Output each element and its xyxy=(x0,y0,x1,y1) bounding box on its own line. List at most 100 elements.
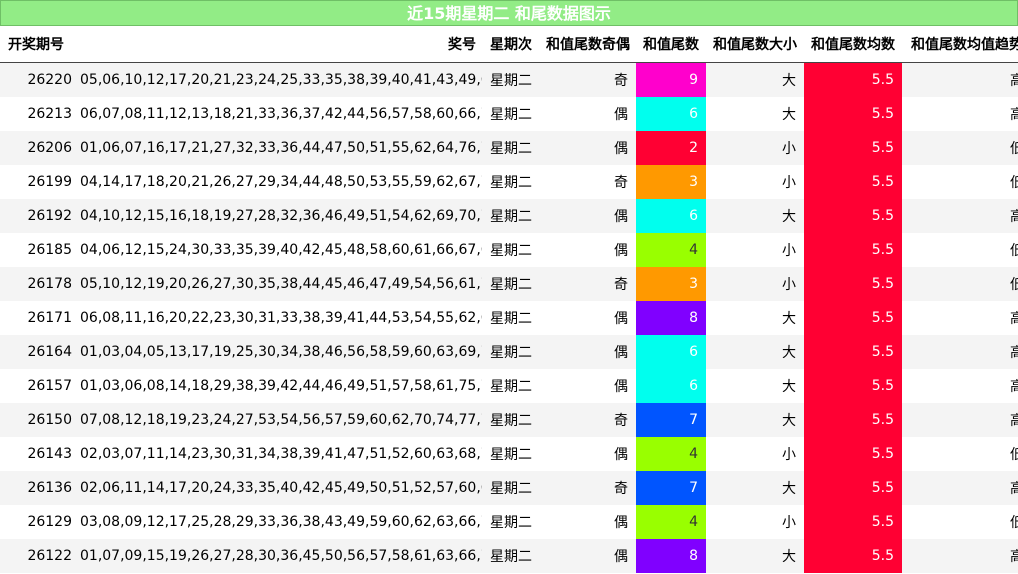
cell-avg: 5.5 xyxy=(804,471,902,505)
table-row: 26164 01,03,04,05,13,17,19,25,30,34,38,46… xyxy=(0,335,1018,369)
cell-issue: 26171 xyxy=(0,301,80,335)
cell-numbers: 01,03,04,05,13,17,19,25,30,34,38,46,56,5… xyxy=(80,335,482,369)
cell-weekday: 星期二 xyxy=(482,233,540,267)
header-avg: 和值尾数均数 xyxy=(804,26,902,63)
cell-tail: 6 xyxy=(636,369,706,403)
cell-tail: 8 xyxy=(636,539,706,573)
cell-weekday: 星期二 xyxy=(482,437,540,471)
table-row: 26129 03,08,09,12,17,25,28,29,33,36,38,43… xyxy=(0,505,1018,539)
table-row: 26192 04,10,12,15,16,18,19,27,28,32,36,46… xyxy=(0,199,1018,233)
cell-parity: 偶 xyxy=(540,131,636,165)
cell-tail: 7 xyxy=(636,471,706,505)
cell-avg: 5.5 xyxy=(804,199,902,233)
cell-avg: 5.5 xyxy=(804,437,902,471)
cell-numbers: 06,08,11,16,20,22,23,30,31,33,38,39,41,4… xyxy=(80,301,482,335)
cell-numbers: 03,08,09,12,17,25,28,29,33,36,38,43,49,5… xyxy=(80,505,482,539)
cell-trend: 低 xyxy=(902,437,1018,471)
cell-avg: 5.5 xyxy=(804,233,902,267)
cell-issue: 26206 xyxy=(0,131,80,165)
cell-tail: 9 xyxy=(636,62,706,97)
cell-tail: 3 xyxy=(636,165,706,199)
cell-tail: 8 xyxy=(636,301,706,335)
cell-size: 大 xyxy=(706,97,804,131)
cell-parity: 偶 xyxy=(540,437,636,471)
cell-parity: 奇 xyxy=(540,471,636,505)
cell-parity: 奇 xyxy=(540,165,636,199)
cell-tail: 4 xyxy=(636,437,706,471)
cell-size: 大 xyxy=(706,199,804,233)
table-row: 26150 07,08,12,18,19,23,24,27,53,54,56,57… xyxy=(0,403,1018,437)
cell-issue: 26199 xyxy=(0,165,80,199)
cell-avg: 5.5 xyxy=(804,267,902,301)
cell-numbers: 02,03,07,11,14,23,30,31,34,38,39,41,47,5… xyxy=(80,437,482,471)
cell-weekday: 星期二 xyxy=(482,471,540,505)
cell-trend: 高 xyxy=(902,301,1018,335)
table-row: 26143 02,03,07,11,14,23,30,31,34,38,39,41… xyxy=(0,437,1018,471)
cell-tail: 7 xyxy=(636,403,706,437)
cell-weekday: 星期二 xyxy=(482,403,540,437)
cell-tail: 4 xyxy=(636,505,706,539)
cell-size: 小 xyxy=(706,437,804,471)
cell-size: 大 xyxy=(706,403,804,437)
cell-numbers: 05,10,12,19,20,26,27,30,35,38,44,45,46,4… xyxy=(80,267,482,301)
cell-parity: 偶 xyxy=(540,301,636,335)
cell-parity: 偶 xyxy=(540,233,636,267)
cell-size: 小 xyxy=(706,165,804,199)
cell-numbers: 04,06,12,15,24,30,33,35,39,40,42,45,48,5… xyxy=(80,233,482,267)
cell-issue: 26164 xyxy=(0,335,80,369)
cell-parity: 偶 xyxy=(540,97,636,131)
cell-parity: 偶 xyxy=(540,199,636,233)
cell-size: 小 xyxy=(706,505,804,539)
cell-parity: 奇 xyxy=(540,62,636,97)
cell-trend: 高 xyxy=(902,471,1018,505)
cell-size: 大 xyxy=(706,471,804,505)
header-parity: 和值尾数奇偶 xyxy=(540,26,636,63)
table-row: 26220 05,06,10,12,17,20,21,23,24,25,33,35… xyxy=(0,62,1018,97)
cell-issue: 26192 xyxy=(0,199,80,233)
cell-issue: 26129 xyxy=(0,505,80,539)
cell-numbers: 06,07,08,11,12,13,18,21,33,36,37,42,44,5… xyxy=(80,97,482,131)
cell-trend: 高 xyxy=(902,62,1018,97)
cell-trend: 高 xyxy=(902,539,1018,573)
cell-issue: 26143 xyxy=(0,437,80,471)
cell-trend: 低 xyxy=(902,131,1018,165)
cell-tail: 3 xyxy=(636,267,706,301)
cell-tail: 4 xyxy=(636,233,706,267)
cell-avg: 5.5 xyxy=(804,369,902,403)
cell-issue: 26157 xyxy=(0,369,80,403)
cell-avg: 5.5 xyxy=(804,165,902,199)
table-row: 26185 04,06,12,15,24,30,33,35,39,40,42,45… xyxy=(0,233,1018,267)
cell-issue: 26220 xyxy=(0,62,80,97)
cell-parity: 奇 xyxy=(540,403,636,437)
header-tail: 和值尾数 xyxy=(636,26,706,63)
cell-numbers: 01,06,07,16,17,21,27,32,33,36,44,47,50,5… xyxy=(80,131,482,165)
cell-trend: 低 xyxy=(902,165,1018,199)
cell-issue: 26150 xyxy=(0,403,80,437)
cell-tail: 6 xyxy=(636,97,706,131)
cell-trend: 高 xyxy=(902,199,1018,233)
cell-size: 小 xyxy=(706,233,804,267)
header-weekday: 星期次 xyxy=(482,26,540,63)
cell-numbers: 04,14,17,18,20,21,26,27,29,34,44,48,50,5… xyxy=(80,165,482,199)
cell-trend: 低 xyxy=(902,233,1018,267)
header-trend: 和值尾数均值趋势 xyxy=(902,26,1018,63)
cell-parity: 偶 xyxy=(540,505,636,539)
data-table: 开奖期号 奖号 星期次 和值尾数奇偶 和值尾数 和值尾数大小 和值尾数均数 和值… xyxy=(0,26,1018,573)
cell-parity: 偶 xyxy=(540,369,636,403)
cell-issue: 26136 xyxy=(0,471,80,505)
cell-size: 大 xyxy=(706,62,804,97)
cell-tail: 6 xyxy=(636,199,706,233)
cell-size: 大 xyxy=(706,301,804,335)
cell-numbers: 07,08,12,18,19,23,24,27,53,54,56,57,59,6… xyxy=(80,403,482,437)
header-row: 开奖期号 奖号 星期次 和值尾数奇偶 和值尾数 和值尾数大小 和值尾数均数 和值… xyxy=(0,26,1018,63)
cell-trend: 低 xyxy=(902,267,1018,301)
cell-avg: 5.5 xyxy=(804,335,902,369)
cell-weekday: 星期二 xyxy=(482,267,540,301)
header-numbers: 奖号 xyxy=(80,26,482,63)
cell-avg: 5.5 xyxy=(804,403,902,437)
cell-weekday: 星期二 xyxy=(482,62,540,97)
table-row: 26213 06,07,08,11,12,13,18,21,33,36,37,42… xyxy=(0,97,1018,131)
cell-avg: 5.5 xyxy=(804,539,902,573)
table-row: 26206 01,06,07,16,17,21,27,32,33,36,44,47… xyxy=(0,131,1018,165)
table-row: 26178 05,10,12,19,20,26,27,30,35,38,44,45… xyxy=(0,267,1018,301)
